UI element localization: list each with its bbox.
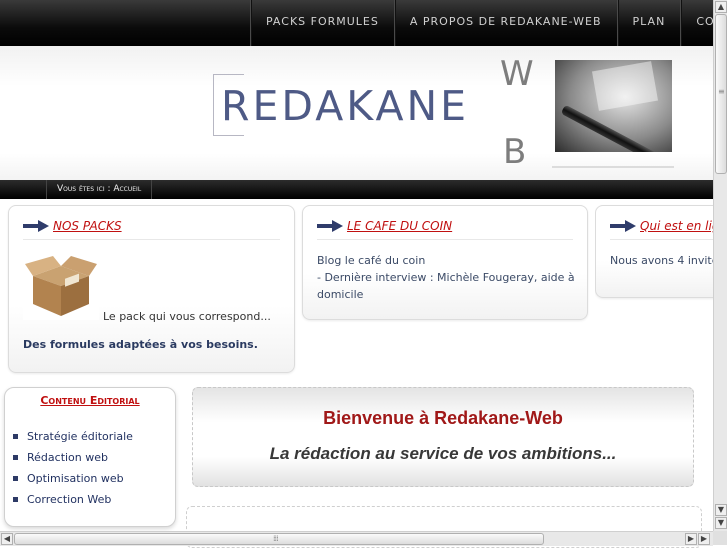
title-divider: [23, 239, 280, 240]
sidebar-item-strategie[interactable]: Stratégie éditoriale: [13, 426, 133, 447]
horizontal-scrollbar[interactable]: ◀ ⁞⁞⁞ ▶ ▶: [0, 531, 713, 546]
photo-shadow: [552, 166, 674, 168]
packs-box-title: NOS PACKS: [23, 216, 122, 236]
online-box: Qui est en ligne Nous avons 4 invités: [595, 205, 713, 298]
grip-icon: ≡: [718, 87, 725, 96]
online-title-link[interactable]: Qui est en ligne: [640, 219, 713, 233]
packs-box: NOS PACKS Le pack qui vous correspond...…: [8, 205, 295, 373]
scroll-up-icon[interactable]: ▲: [715, 1, 727, 13]
arrow-right-icon: [23, 220, 49, 232]
nav-item-plan[interactable]: PLAN: [616, 0, 681, 46]
packs-title-link[interactable]: NOS PACKS: [53, 219, 122, 233]
arrow-right-icon: [610, 220, 636, 232]
breadcrumb: Vous êtes ici : Accueil: [0, 180, 713, 199]
editorial-sidebar: Contenu Editorial Stratégie éditoriale R…: [4, 387, 176, 527]
scroll-right-icon-2[interactable]: ▶: [698, 533, 710, 545]
cafe-content: Blog le café du coin - Dernière intervie…: [317, 252, 579, 303]
scroll-down-icon[interactable]: ▼: [715, 504, 727, 516]
nav-item-a-propos[interactable]: A PROPOS DE REDAKANE-WEB: [393, 0, 617, 46]
vertical-scrollbar[interactable]: ▲ ≡ ▼ ▼: [713, 0, 727, 531]
sidebar-item-redaction[interactable]: Rédaction web: [13, 447, 133, 468]
logo-letter-w: W: [500, 54, 534, 94]
horizontal-scroll-thumb[interactable]: ⁞⁞⁞: [14, 533, 544, 545]
cafe-interview-link[interactable]: - Dernière interview : Michèle Fougeray,…: [317, 269, 579, 303]
welcome-banner: Bienvenue à Redakane-Web La rédaction au…: [192, 387, 694, 487]
nav-item-packs-formules[interactable]: PACKS FORMULES: [250, 0, 394, 46]
online-box-clip: Qui est en ligne Nous avons 4 invités: [595, 200, 713, 310]
cafe-blog-link[interactable]: Blog le café du coin: [317, 252, 579, 269]
scroll-down-icon-2[interactable]: ▼: [715, 517, 727, 529]
grip-icon: ⁞⁞⁞: [273, 534, 279, 543]
cafe-box-title: LE CAFE DU COIN: [317, 216, 452, 236]
online-text: Nous avons 4 invités: [610, 254, 713, 267]
scroll-right-icon[interactable]: ▶: [685, 533, 697, 545]
site-header: REDAKANE W B: [0, 46, 713, 180]
sidebar-item-correction[interactable]: Correction Web: [13, 489, 133, 510]
logo-text: REDAKANE: [221, 82, 470, 130]
title-divider: [610, 239, 713, 240]
breadcrumb-text: Vous êtes ici : Accueil: [46, 180, 153, 199]
cafe-box: LE CAFE DU COIN Blog le café du coin - D…: [302, 205, 588, 320]
cardboard-box-icon[interactable]: [23, 252, 99, 320]
welcome-subtitle: La rédaction au service de vos ambitions…: [269, 444, 617, 463]
photo-pen: [560, 104, 672, 152]
packs-link[interactable]: Des formules adaptées à vos besoins.: [23, 336, 258, 353]
vertical-scroll-thumb[interactable]: ≡: [715, 14, 727, 174]
logo-letter-b: B: [503, 132, 527, 172]
cafe-title-link[interactable]: LE CAFE DU COIN: [347, 219, 452, 233]
online-box-title: Qui est en ligne: [610, 216, 713, 236]
sidebar-title[interactable]: Contenu Editorial: [5, 394, 175, 407]
scroll-left-icon[interactable]: ◀: [1, 533, 13, 545]
sidebar-list: Stratégie éditoriale Rédaction web Optim…: [13, 426, 133, 510]
pen-photo: [555, 60, 672, 152]
site-logo[interactable]: REDAKANE: [213, 74, 528, 136]
arrow-right-icon: [317, 220, 343, 232]
scrollbar-corner: [713, 531, 727, 545]
welcome-title: Bienvenue à Redakane-Web: [323, 408, 563, 428]
packs-caption: Le pack qui vous correspond...: [103, 310, 271, 323]
nav-menu: PACKS FORMULES A PROPOS DE REDAKANE-WEB …: [250, 0, 713, 46]
sidebar-item-optimisation[interactable]: Optimisation web: [13, 468, 133, 489]
title-divider: [317, 239, 573, 240]
nav-item-contact[interactable]: CONTACT: [680, 0, 713, 46]
photo-paper: [591, 61, 659, 111]
top-navigation: PACKS FORMULES A PROPOS DE REDAKANE-WEB …: [0, 0, 713, 46]
